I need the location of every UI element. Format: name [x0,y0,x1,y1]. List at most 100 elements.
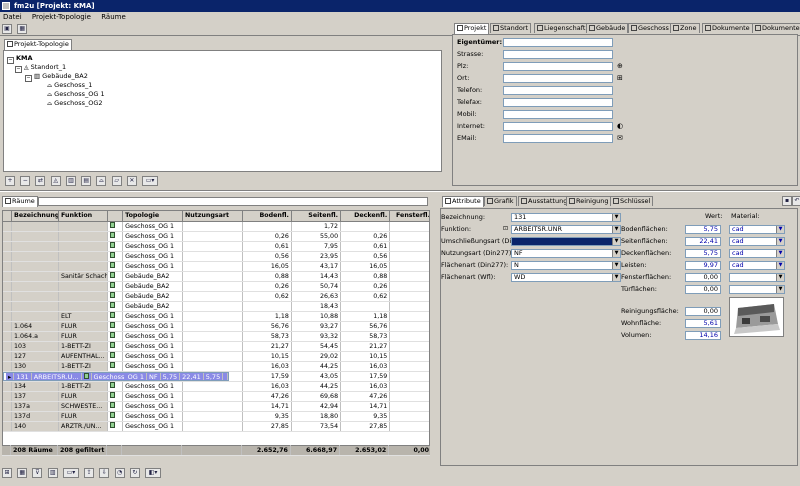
row-indicator[interactable] [3,281,13,292]
add-icon[interactable]: + [5,176,15,186]
splitter[interactable] [0,190,800,192]
cell-doc[interactable] [81,372,92,380]
cell-doc[interactable] [107,401,124,412]
table-row[interactable]: 130 1-BETT-ZI Geschoss_OG 1 16,03 44,25 16,03 [3,361,429,372]
measure-value[interactable]: 5,75 [685,225,721,234]
tab-schluessel[interactable]: Schlüssel [610,196,654,206]
row-indicator[interactable] [3,221,13,232]
collapse-icon[interactable]: − [7,57,14,64]
col-deckenfl[interactable]: Deckenfl. [340,211,391,222]
site-icon[interactable]: ◬ [50,176,61,186]
table-row[interactable]: Geschoss_OG 1 1,72 [3,221,429,232]
row-indicator[interactable] [3,271,13,282]
tree-node-floor[interactable]: ⌓ Geschoss_1 [7,81,441,90]
cell-doc[interactable] [107,351,124,362]
cell-doc[interactable] [107,221,124,232]
cell-doc[interactable] [107,291,124,302]
cell-doc[interactable] [107,381,124,392]
row-indicator[interactable] [3,291,13,302]
tab-dokumente-2[interactable]: Dokumente [752,23,800,33]
cell-doc[interactable] [107,241,124,252]
cell-doc[interactable] [107,321,124,332]
measure-value[interactable]: 0,00 [685,285,721,294]
menu-datei[interactable]: Datei [3,13,22,21]
input-volumen[interactable]: 14,16 [685,331,721,340]
table-row[interactable]: Geschoss_OG 1 0,26 55,00 0,26 [3,231,429,242]
material-select[interactable]: ▼ [729,273,785,282]
measure-value[interactable]: 22,41 [685,237,721,246]
col-bezeichnung[interactable]: Bezeichnung [11,211,60,222]
delete-icon[interactable]: ✕ [126,176,137,186]
print-icon[interactable]: ▭▾ [142,176,159,186]
select-flaechen-wfl[interactable]: WD ▼ [511,273,621,282]
row-indicator[interactable] [3,301,13,312]
table-row[interactable]: 137d FLUR Geschoss_OG 1 9,35 18,80 9,35 [3,411,429,422]
table-row[interactable]: Geschoss_OG 1 16,05 43,17 16,05 [3,261,429,272]
cell-doc[interactable] [107,231,124,242]
cell-doc[interactable] [107,281,124,292]
cell-doc[interactable] [107,411,124,422]
table-row[interactable]: ELT Geschoss_OG 1 1,18 10,88 1,18 [3,311,429,322]
col-bodenfl[interactable]: Bodenfl. [242,211,292,222]
table-row[interactable]: 137a SCHWESTE... Geschoss_OG 1 14,71 42,94 14… [3,401,429,412]
measure-value[interactable]: 9,97 [685,261,721,270]
tab-projekt[interactable]: Projekt [454,23,490,34]
row-indicator[interactable] [3,331,13,342]
col-nutzungsart[interactable]: Nutzungsart [182,211,243,222]
floor-icon[interactable]: ⌓ [96,176,107,186]
row-indicator[interactable] [3,391,13,402]
input-email[interactable] [503,134,613,143]
tree-node-building[interactable]: − ▥ Gebäude_BA2 [7,72,441,82]
input-reinigungsflaeche[interactable]: 0,00 [685,307,721,316]
tab-ausstattung[interactable]: Ausstattung [518,196,571,206]
options-icon[interactable]: ◧▾ [145,468,162,478]
row-indicator[interactable]: ▸ [6,372,15,380]
grid-icon[interactable]: ▦ [17,468,28,478]
row-indicator[interactable] [3,361,13,372]
input-wohnflaeche[interactable]: 5,61 [685,319,721,328]
tab-attribute[interactable]: Attribute [442,196,484,207]
table-row[interactable]: Gebäude_BA2 0,26 50,74 0,26 [3,281,429,292]
cell-doc[interactable] [107,251,124,262]
move-icon[interactable]: ⇄ [35,176,46,186]
tab-grafik[interactable]: Grafik [484,196,517,206]
building2-icon[interactable]: ▤ [81,176,92,186]
select-umschliessung[interactable]: ▼ [511,237,621,246]
material-select[interactable]: cad ▼ [729,261,785,270]
lookup-icon[interactable]: ⊕ [617,62,623,70]
cell-doc[interactable] [107,391,124,402]
row-indicator[interactable] [3,381,13,392]
print-icon[interactable]: ▭▾ [62,468,79,478]
row-indicator[interactable] [3,421,13,432]
mail-icon[interactable]: ✉ [617,134,623,142]
cell-doc[interactable] [107,311,124,322]
map-icon[interactable]: ⊞ [617,74,623,82]
col-seitenfl[interactable]: Seitenfl. [291,211,342,222]
table-row[interactable]: 127 AUFENTHAL... Geschoss_OG 1 10,15 29,02 10… [3,351,429,362]
tab-raeume[interactable]: Räume [2,196,38,207]
col-funktion[interactable]: Funktion [58,211,109,222]
row-indicator[interactable] [3,351,13,362]
material-select[interactable]: cad ▼ [729,225,785,234]
zone-icon[interactable]: ▱ [111,176,122,186]
refresh-icon[interactable]: ↻ [129,468,140,478]
table-row[interactable]: Geschoss_OG 1 0,56 23,95 0,56 [3,251,429,262]
table-row[interactable]: Gebäude_BA2 0,62 26,63 0,62 [3,291,429,302]
row-indicator[interactable] [3,261,13,272]
input-telefax[interactable] [503,98,613,107]
tab-standort[interactable]: Standort [490,23,532,33]
cell-doc[interactable] [107,361,124,372]
row-indicator[interactable] [3,251,13,262]
select-funktion[interactable]: ARBEITSR.UNR ▼ [511,225,621,234]
col-icon[interactable] [107,211,124,222]
undo-icon[interactable]: ↶ [792,196,800,206]
row-indicator[interactable] [3,321,13,332]
room-add-icon[interactable]: ⊞ [2,468,12,478]
open-icon[interactable]: ▣ [2,24,12,34]
input-telefon[interactable] [503,86,613,95]
tree-node-floor[interactable]: ⌓ Geschoss_OG 1 [7,90,441,99]
tree-node-site[interactable]: − ◬ Standort_1 [7,63,441,73]
rooms-filter-input[interactable] [38,197,428,206]
collapse-icon[interactable]: − [15,66,22,73]
table-icon[interactable]: ▦ [17,24,28,34]
